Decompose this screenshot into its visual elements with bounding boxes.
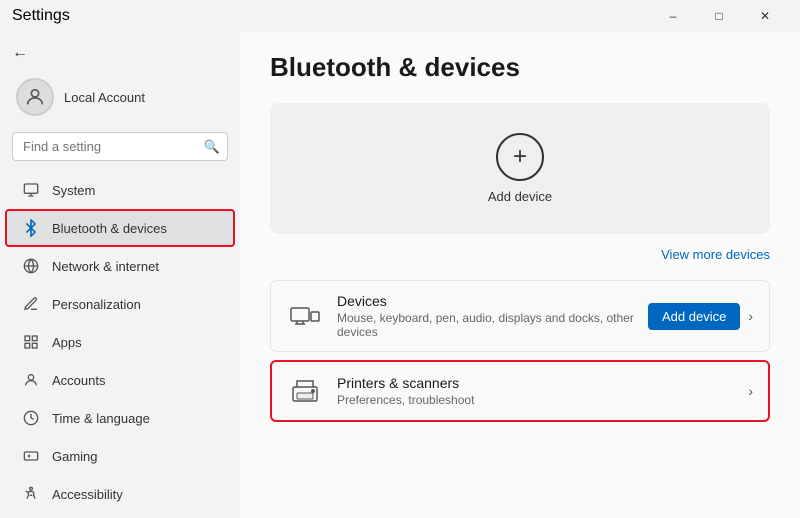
view-more-devices-link[interactable]: View more devices (661, 247, 770, 262)
bluetooth-icon (22, 219, 40, 237)
title-bar-title: Settings (12, 7, 70, 25)
sidebar-item-time[interactable]: Time & language (6, 400, 234, 436)
devices-add-button[interactable]: Add device (648, 303, 740, 330)
printers-row-subtitle: Preferences, troubleshoot (337, 393, 734, 407)
back-arrow-icon[interactable]: ← (12, 44, 28, 62)
gaming-icon (22, 447, 40, 465)
add-device-card[interactable]: + Add device (270, 103, 770, 234)
sidebar-item-gaming[interactable]: Gaming (6, 438, 234, 474)
sidebar-item-system[interactable]: System (6, 172, 234, 208)
search-icon: 🔍 (204, 139, 220, 155)
search-input[interactable] (12, 132, 228, 161)
search-box: 🔍 (12, 132, 228, 161)
user-name: Local Account (64, 90, 145, 105)
devices-row-info: Devices Mouse, keyboard, pen, audio, dis… (337, 293, 634, 339)
sidebar-item-network[interactable]: Network & internet (6, 248, 234, 284)
sidebar-item-label-accessibility: Accessibility (52, 487, 123, 502)
printers-row-title: Printers & scanners (337, 375, 734, 391)
add-device-circle-icon: + (496, 133, 544, 181)
sidebar-back[interactable]: ← (0, 40, 240, 66)
maximize-button[interactable]: □ (696, 0, 742, 32)
time-icon (22, 409, 40, 427)
sidebar-item-label-network: Network & internet (52, 259, 159, 274)
accounts-icon (22, 371, 40, 389)
page-title: Bluetooth & devices (270, 52, 770, 83)
devices-row[interactable]: Devices Mouse, keyboard, pen, audio, dis… (270, 280, 770, 352)
accessibility-icon (22, 485, 40, 503)
title-bar-controls: – □ ✕ (650, 0, 788, 32)
devices-row-title: Devices (337, 293, 634, 309)
network-icon (22, 257, 40, 275)
printers-row-icon (287, 373, 323, 409)
title-bar: Settings – □ ✕ (0, 0, 800, 32)
sidebar-item-label-time: Time & language (52, 411, 150, 426)
sidebar-item-label-system: System (52, 183, 95, 198)
sidebar-item-personalization[interactable]: Personalization (6, 286, 234, 322)
plus-icon: + (513, 143, 527, 171)
sidebar-item-privacy[interactable]: Privacy & security (6, 514, 234, 518)
minimize-button[interactable]: – (650, 0, 696, 32)
avatar (16, 78, 54, 116)
printers-row-action: › (748, 383, 753, 399)
printers-row-info: Printers & scanners Preferences, trouble… (337, 375, 734, 407)
sidebar: ← Local Account 🔍 System (0, 32, 240, 518)
title-bar-left: Settings (12, 7, 70, 25)
sidebar-item-accessibility[interactable]: Accessibility (6, 476, 234, 512)
main-content: Bluetooth & devices + Add device View mo… (240, 32, 800, 518)
user-profile[interactable]: Local Account (0, 70, 240, 128)
devices-row-subtitle: Mouse, keyboard, pen, audio, displays an… (337, 311, 634, 339)
sidebar-item-label-accounts: Accounts (52, 373, 105, 388)
sidebar-item-label-gaming: Gaming (52, 449, 98, 464)
sidebar-item-bluetooth[interactable]: Bluetooth & devices (6, 210, 234, 246)
sidebar-item-label-bluetooth: Bluetooth & devices (52, 221, 167, 236)
sidebar-item-accounts[interactable]: Accounts (6, 362, 234, 398)
sidebar-item-apps[interactable]: Apps (6, 324, 234, 360)
sidebar-item-label-personalization: Personalization (52, 297, 141, 312)
system-icon (22, 181, 40, 199)
devices-row-icon (287, 298, 323, 334)
view-more-link-container: View more devices (270, 246, 770, 264)
apps-icon (22, 333, 40, 351)
devices-row-action: Add device › (648, 303, 753, 330)
sidebar-item-label-apps: Apps (52, 335, 82, 350)
printers-chevron-icon: › (748, 383, 753, 399)
app-body: ← Local Account 🔍 System (0, 32, 800, 518)
personalization-icon (22, 295, 40, 313)
close-button[interactable]: ✕ (742, 0, 788, 32)
add-device-label: Add device (488, 189, 552, 204)
devices-chevron-icon: › (748, 308, 753, 324)
printers-row[interactable]: Printers & scanners Preferences, trouble… (270, 360, 770, 422)
